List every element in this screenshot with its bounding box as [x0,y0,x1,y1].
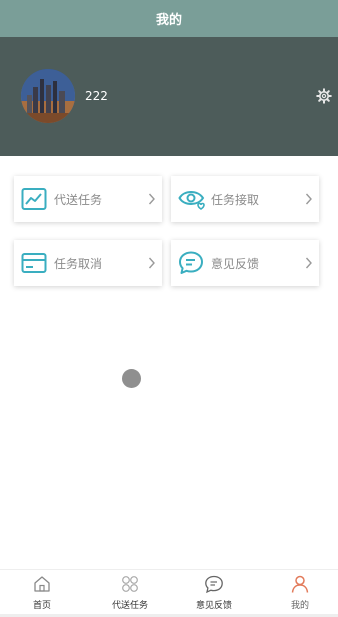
chart-line-icon [21,186,47,212]
menu-accept-tasks[interactable]: 任务接取 [171,176,319,222]
eye-heart-icon [178,186,205,212]
grid-icon [120,574,140,594]
menu-label: 任务接取 [211,193,260,207]
card-icon [21,250,47,276]
chat-icon [204,574,224,594]
tab-feedback[interactable]: 意见反馈 [172,574,256,614]
tab-mine[interactable]: 我的 [258,574,338,614]
chevron-right-icon [148,191,156,205]
page-title-text: 我的 [155,13,182,28]
menu-label: 代送任务 [54,193,103,207]
menu-feedback[interactable]: 意见反馈 [171,240,319,286]
chevron-right-icon [148,255,156,269]
loading-indicator [122,369,141,388]
username: 222 [85,89,108,103]
tab-label: 意见反馈 [195,601,232,611]
tab-label: 代送任务 [111,601,148,611]
gear-icon[interactable] [316,88,332,104]
bottom-tab-bar: 首页 代送任务 意见反馈 我的 [0,569,338,617]
page-title: 我的 [0,0,338,37]
chat-bubble-icon [178,250,204,276]
profile-banner: 222 [0,37,338,156]
chevron-right-icon [305,255,313,269]
home-icon [32,574,52,594]
user-icon [290,574,310,594]
chevron-right-icon [305,191,313,205]
menu-delivery-tasks[interactable]: 代送任务 [14,176,162,222]
tab-delivery-tasks[interactable]: 代送任务 [88,574,172,614]
avatar[interactable] [21,69,75,123]
tab-home[interactable]: 首页 [0,574,84,614]
menu-label: 任务取消 [54,257,103,271]
menu-label: 意见反馈 [211,257,260,271]
tab-label: 首页 [32,601,51,611]
menu-cancel-tasks[interactable]: 任务取消 [14,240,162,286]
tab-label: 我的 [290,601,309,611]
